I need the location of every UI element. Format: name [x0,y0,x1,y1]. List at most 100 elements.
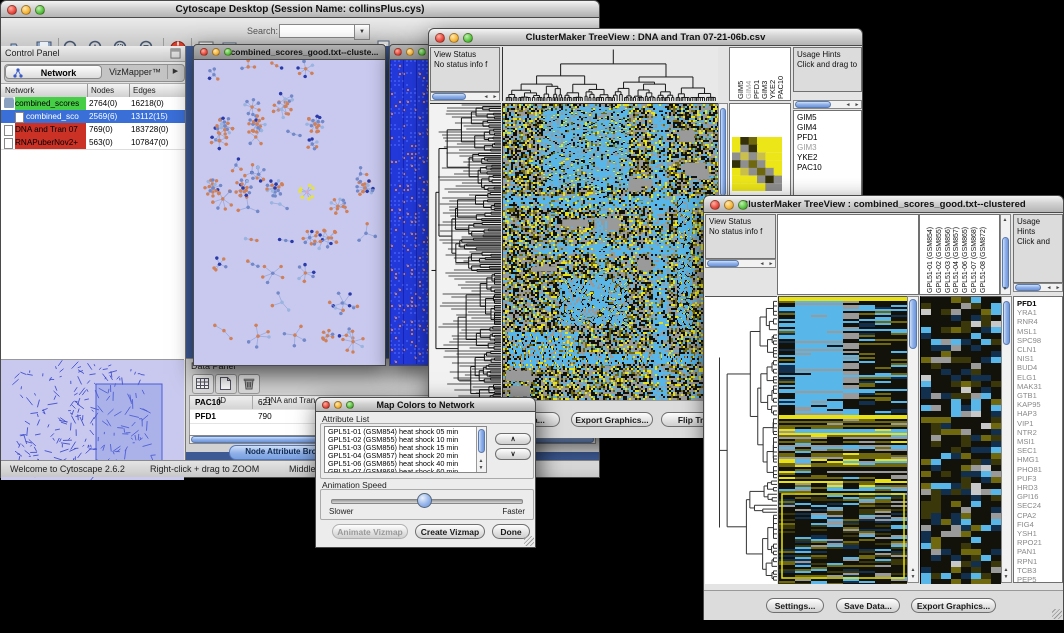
gene-name[interactable]: GTB1 [1017,391,1059,400]
speed-slider-thumb[interactable] [417,493,432,508]
gene-name[interactable]: TCB3 [1017,566,1059,575]
gene-name[interactable]: NIS1 [1017,354,1059,363]
scroll-left-icon[interactable]: ◄ [1045,285,1053,291]
export-graphics-button[interactable]: Export Graphics... [911,598,996,613]
gene-name[interactable]: GIM3 [797,143,858,153]
tv2-column-label[interactable]: GPL51-06 (GSM865) [962,227,969,293]
gene-name[interactable]: MSL1 [1017,327,1059,336]
gene-name[interactable]: SEC24 [1017,501,1059,510]
gene-name[interactable]: GIM5 [797,113,858,123]
gene-name[interactable]: BUD4 [1017,363,1059,372]
tv1-column-label[interactable]: PAC10 [776,76,785,99]
gene-name[interactable]: PAC10 [797,163,858,173]
gene-name[interactable]: HMG1 [1017,455,1059,464]
gene-name[interactable]: HAP3 [1017,409,1059,418]
create-vizmap-button[interactable]: Create Vizmap [415,524,485,539]
tab-network[interactable]: Network [5,65,102,79]
zoom-button[interactable] [346,401,354,409]
save-data-button[interactable]: Save Data... [836,598,900,613]
gene-name[interactable]: GIM4 [797,123,858,133]
main-titlebar[interactable]: Cytoscape Desktop (Session Name: collins… [0,0,600,18]
tv2-labels-vscrollbar[interactable]: ▲ ▼ [1000,214,1011,295]
tv1-zoom-heatmap[interactable] [732,137,782,191]
minimize-button[interactable] [212,48,220,56]
tv2-column-label[interactable]: GPL51-08 (GSM872) [980,227,987,293]
tv1-usage-scrollbar[interactable]: ◄ ► [793,100,862,109]
scroll-down-icon[interactable]: ▼ [1001,286,1009,292]
tab-vizmapper[interactable]: VizMapper™ [103,65,167,79]
gene-name[interactable]: ELG1 [1017,373,1059,382]
network-name[interactable]: combined_sco [26,110,86,123]
zoom-button[interactable] [418,48,426,56]
close-button[interactable] [200,48,208,56]
minimize-button[interactable] [21,5,31,15]
gene-name[interactable]: YRA1 [1017,308,1059,317]
scroll-left-icon[interactable]: ◄ [844,102,852,108]
gene-name[interactable]: GPI16 [1017,492,1059,501]
gene-name[interactable]: PEP5 [1017,575,1059,583]
tv2-heatmap-vscrollbar[interactable]: ▲ ▼ [907,296,919,583]
tv2-column-label[interactable]: GPL51-04 (GSM857) [953,227,960,293]
network-table-row[interactable]: combined_scores2764(0)16218(0) [1,97,185,110]
zoom-button[interactable] [738,200,748,210]
attribute-select-button[interactable] [192,374,214,394]
scroll-down-icon[interactable]: ▼ [477,465,485,471]
scroll-right-icon[interactable]: ► [853,102,861,108]
attribute-list-vscrollbar[interactable]: ▲ ▼ [476,427,486,472]
resize-grip[interactable] [1052,609,1062,619]
gene-name[interactable]: SPC98 [1017,336,1059,345]
network-view2-titlebar[interactable] [389,44,431,60]
tv2-genes-vscrollbar[interactable]: ▲ ▼ [1001,296,1012,583]
scroll-up-icon[interactable]: ▲ [477,458,485,464]
search-input[interactable] [279,24,357,38]
tv1-status-scrollbar[interactable]: ◄ ► [430,92,500,101]
tv2-gene-list[interactable]: PFD1YRA1RNR4MSL1SPC98CLN1NIS1BUD4ELG1MAK… [1013,296,1063,583]
treeview1-titlebar[interactable]: ClusterMaker TreeView : DNA and Tran 07-… [428,28,863,46]
tv1-row-dendrogram[interactable] [430,103,501,401]
attribute-item[interactable]: GPL51-07 (GSM868) heat shock 60 min [328,468,458,473]
animate-vizmap-button[interactable]: Animate Vizmap [332,524,408,539]
export-graphics-button[interactable]: Export Graphics... [571,412,653,427]
delete-attribute-button[interactable] [238,374,260,394]
tv2-column-label[interactable]: GPL51-03 (GSM856) [945,227,952,293]
zoom-button[interactable] [224,48,232,56]
gene-name[interactable]: YSH1 [1017,529,1059,538]
move-down-button[interactable]: ∨ [495,448,531,460]
tv2-heatmap[interactable] [778,296,907,584]
dialog-titlebar[interactable]: Map Colors to Network [315,397,536,412]
tv1-column-dendrogram[interactable] [502,47,718,101]
search-dropdown-arrow[interactable]: ▼ [354,24,370,40]
network-view-titlebar[interactable]: combined_scores_good.txt--cluste... [193,44,386,60]
close-button[interactable] [7,5,17,15]
scroll-right-icon[interactable]: ► [491,94,499,100]
tv2-row-dendrogram[interactable] [705,296,777,584]
gene-name[interactable]: PAN1 [1017,547,1059,556]
col-network[interactable]: Network [5,86,34,95]
gene-name[interactable]: RNR4 [1017,317,1059,326]
gene-name[interactable]: MSI1 [1017,437,1059,446]
tv2-status-scrollbar[interactable]: ◄ ► [705,259,776,268]
network-table-row[interactable]: DNA and Tran 07769(0)183728(0) [1,123,185,136]
gene-name[interactable]: MAK31 [1017,382,1059,391]
gene-name[interactable]: PUF3 [1017,474,1059,483]
attribute-listbox[interactable]: GPL51-01 (GSM854) heat shock 05 minGPL51… [324,426,487,473]
network-canvas[interactable] [195,60,384,364]
scroll-down-icon[interactable]: ▼ [909,574,917,580]
scroll-left-icon[interactable]: ◄ [758,261,766,267]
tv1-heatmap[interactable] [502,103,718,401]
close-button[interactable] [322,401,330,409]
col-edges[interactable]: Edges [133,86,156,95]
gene-name[interactable]: YKE2 [797,153,858,163]
gene-name[interactable]: RPN1 [1017,557,1059,566]
gene-name[interactable]: RPO21 [1017,538,1059,547]
scroll-right-icon[interactable]: ► [767,261,775,267]
gene-name[interactable]: SEC1 [1017,446,1059,455]
treeview2-titlebar[interactable]: ClusterMaker TreeView : combined_scores_… [703,195,1064,213]
minimize-button[interactable] [724,200,734,210]
close-button[interactable] [710,200,720,210]
tv2-column-label[interactable]: GPL51-02 (GSM855) [936,227,943,293]
gene-name[interactable]: CPA2 [1017,511,1059,520]
close-button[interactable] [394,48,402,56]
gene-name[interactable]: PFD1 [1017,299,1059,308]
scroll-up-icon[interactable]: ▲ [1001,217,1009,223]
